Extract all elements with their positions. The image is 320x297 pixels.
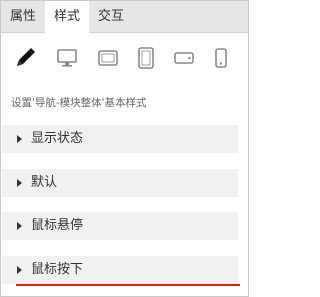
tab-interaction[interactable]: 交互 (89, 1, 133, 32)
section-mouse-pressed[interactable]: 鼠标按下 (2, 256, 238, 284)
section-mouse-hover[interactable]: 鼠标悬停 (2, 212, 238, 240)
device-toolbar (1, 33, 248, 81)
desktop-monitor-icon[interactable] (50, 41, 84, 75)
style-hint-text: 设置'导航-模块整体'基本样式 (11, 97, 147, 109)
section-display-state[interactable]: 显示状态 (2, 125, 238, 153)
section-label: 鼠标悬停 (31, 218, 84, 233)
section-label: 默认 (31, 175, 58, 190)
phone-portrait-icon[interactable] (204, 41, 238, 75)
caret-right-icon (17, 179, 22, 187)
section-label: 显示状态 (31, 131, 84, 146)
tablet-landscape-icon[interactable] (91, 41, 125, 75)
caret-right-icon (17, 135, 22, 143)
caret-right-icon (17, 222, 22, 230)
phone-landscape-icon[interactable] (167, 41, 201, 75)
caret-right-icon (17, 266, 22, 274)
tab-properties[interactable]: 属性 (1, 1, 45, 32)
section-label: 鼠标按下 (31, 262, 84, 277)
tab-bar: 属性 样式 交互 (1, 1, 248, 33)
tablet-portrait-icon[interactable] (129, 41, 163, 75)
section-default[interactable]: 默认 (2, 169, 238, 197)
style-panel: 属性 样式 交互 设置'导航-模块整体'基本样式 显示状态 默认 鼠标悬停 鼠标… (0, 0, 249, 297)
highlight-underline (16, 284, 240, 286)
pencil-icon[interactable] (8, 41, 42, 75)
tab-style[interactable]: 样式 (45, 1, 89, 33)
